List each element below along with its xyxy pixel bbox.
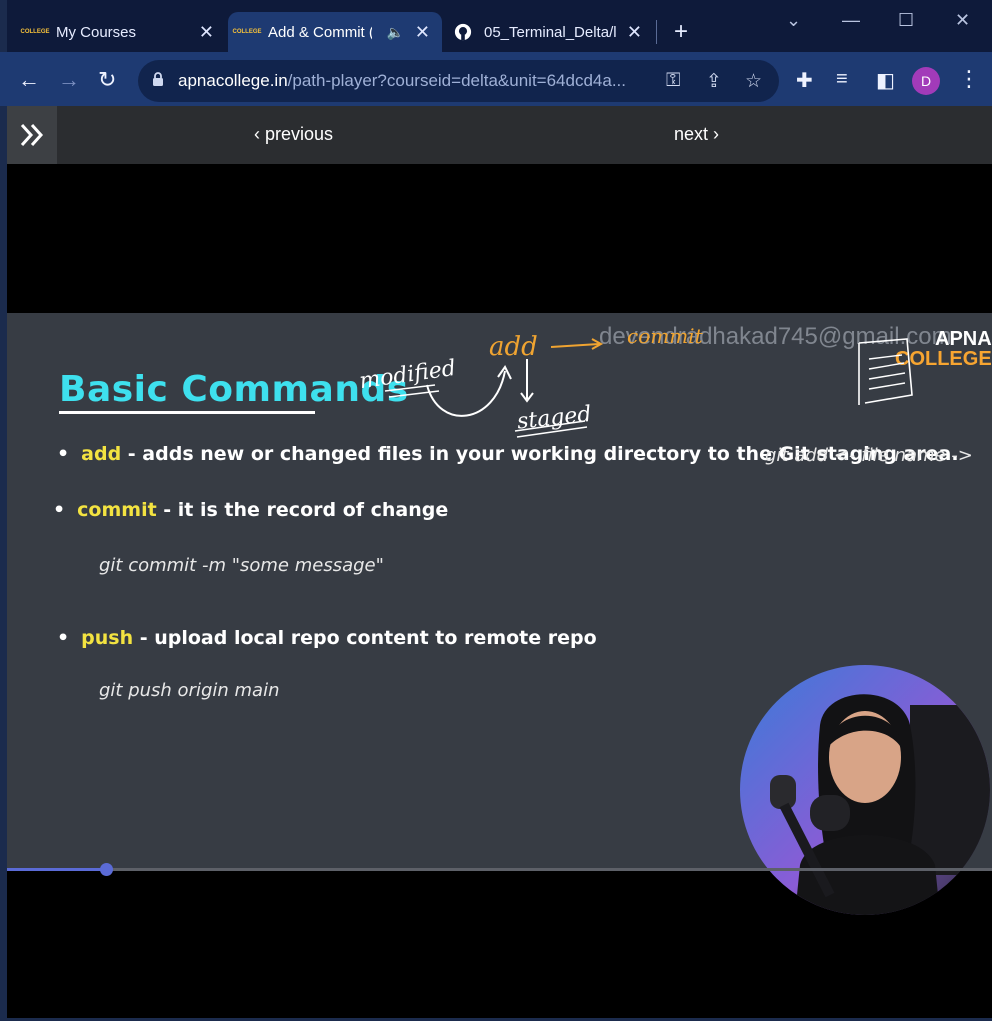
bullet-commit: • commit - it is the record of change: [53, 499, 449, 521]
close-icon[interactable]: ✕: [415, 22, 430, 43]
close-window-button[interactable]: ✕: [955, 10, 970, 31]
tab-title: Add & Commit (: [268, 23, 372, 41]
previous-button[interactable]: ‹ previous: [254, 124, 333, 145]
url-host: apnacollege.in: [178, 71, 288, 90]
media-control-icon[interactable]: ≡: [836, 68, 848, 91]
window-left-edge: [0, 0, 7, 1021]
code-git-push: git push origin main: [99, 680, 280, 701]
reload-button[interactable]: ↻: [98, 66, 116, 94]
previous-label: previous: [265, 124, 334, 144]
handwritten-annotations: modified add commit staged: [358, 324, 913, 438]
avatar[interactable]: D: [912, 67, 940, 95]
minimize-button[interactable]: —: [842, 10, 860, 31]
apna-college-favicon: COLLEGE: [232, 29, 262, 35]
annotation-add: add: [489, 332, 538, 362]
lock-icon[interactable]: [152, 71, 164, 87]
keyword-commit: commit: [77, 499, 157, 521]
tab-title: My Courses: [56, 23, 137, 41]
back-button[interactable]: ←: [18, 66, 40, 94]
speaker-icon[interactable]: 🔈: [387, 24, 404, 41]
url-text[interactable]: apnacollege.in/path-player?courseid=delt…: [178, 71, 626, 91]
keyword-add: add: [81, 443, 122, 465]
bullet-text: - upload local repo content to remote re…: [133, 627, 597, 649]
menu-icon[interactable]: ⋮: [958, 66, 980, 92]
share-icon[interactable]: ⇪: [706, 70, 722, 93]
annotation-commit: commit: [627, 324, 704, 348]
code-git-commit: git commit -m "some message": [99, 555, 384, 576]
player-nav-bar: [7, 106, 992, 164]
video-progress-bar[interactable]: [7, 863, 992, 876]
side-panel-icon[interactable]: ◧: [876, 68, 895, 93]
next-label: next: [674, 124, 709, 144]
tab-my-courses[interactable]: COLLEGE My Courses ✕: [16, 12, 226, 52]
tab-add-commit[interactable]: COLLEGE Add & Commit ( 🔈 ✕: [228, 12, 442, 52]
extensions-icon[interactable]: ✚: [796, 68, 813, 93]
tab-separator: [656, 20, 657, 44]
progress-fill: [7, 868, 106, 871]
star-icon[interactable]: ☆: [745, 70, 762, 93]
url-path: /path-player?courseid=delta&unit=64dcd4a…: [287, 71, 627, 90]
maximize-button[interactable]: ☐: [898, 10, 914, 31]
apna-college-favicon: COLLEGE: [20, 29, 50, 35]
keyword-push: push: [81, 627, 134, 649]
tab-title: 05_Terminal_Delta/l_: [484, 23, 616, 41]
sidebar-toggle-icon[interactable]: [7, 106, 57, 164]
tab-github-repo[interactable]: 05_Terminal_Delta/l_ ✕: [444, 12, 654, 52]
close-icon[interactable]: ✕: [199, 22, 214, 43]
forward-button[interactable]: →: [58, 66, 80, 94]
bullet-text: - it is the record of change: [156, 499, 449, 521]
next-button[interactable]: next ›: [674, 124, 719, 145]
chevron-right-icon: ›: [708, 124, 720, 144]
tab-search-icon[interactable]: ⌄: [786, 10, 801, 31]
bullet-push: • push - upload local repo content to rem…: [57, 627, 597, 649]
presenter-webcam: [740, 665, 990, 915]
key-icon[interactable]: ⚿: [666, 70, 680, 92]
progress-thumb[interactable]: [100, 863, 113, 876]
github-icon: [454, 23, 472, 41]
chevron-left-icon: ‹: [254, 124, 265, 144]
new-tab-button[interactable]: +: [674, 18, 688, 46]
code-git-add: git add <- file name ->: [765, 445, 973, 466]
close-icon[interactable]: ✕: [627, 22, 642, 43]
